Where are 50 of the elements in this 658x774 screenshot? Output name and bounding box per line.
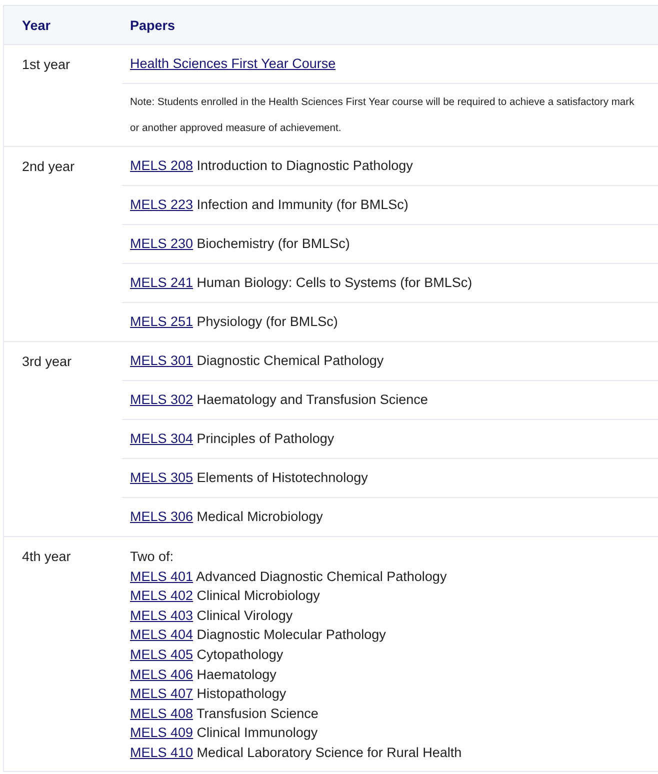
paper-title: Clinical Microbiology bbox=[196, 588, 320, 604]
paper-title: Infection and Immunity (for BMLSc) bbox=[196, 197, 408, 212]
paper-title: Physiology (for BMLSc) bbox=[196, 314, 338, 329]
paper-code-link[interactable]: MELS 408 bbox=[130, 706, 194, 721]
paper-title: Diagnostic Molecular Pathology bbox=[196, 627, 386, 642]
paper-code-link[interactable]: MELS 407 bbox=[130, 686, 194, 702]
paper-code-link[interactable]: MELS 230 bbox=[130, 236, 194, 251]
column-header: Papers bbox=[130, 18, 176, 32]
year-label: 4th year bbox=[22, 549, 71, 564]
paper-title: Haematology bbox=[196, 666, 276, 682]
paper-title: Transfusion Science bbox=[196, 706, 318, 721]
paper-title: Cytopathology bbox=[196, 646, 284, 662]
paper-title: Clinical Virology bbox=[196, 608, 293, 623]
paper-code-link[interactable]: MELS 405 bbox=[130, 646, 194, 662]
paper-code-link[interactable]: MELS 304 bbox=[130, 431, 194, 446]
paper-code-link[interactable]: MELS 241 bbox=[130, 275, 194, 290]
year-label: 2nd year bbox=[22, 159, 75, 174]
paper-title: Histopathology bbox=[196, 686, 286, 702]
paper-title: Elements of Histotechnology bbox=[196, 470, 368, 485]
paper-title: Biochemistry (for BMLSc) bbox=[196, 236, 350, 251]
paper-code-link[interactable]: MELS 402 bbox=[130, 588, 194, 604]
paper-title: Medical Laboratory Science for Rural Health bbox=[196, 744, 462, 760]
paper-title: Medical Microbiology bbox=[196, 509, 323, 524]
paper-code-link[interactable]: MELS 404 bbox=[130, 627, 194, 642]
paper-title: Clinical Immunology bbox=[196, 725, 318, 740]
paper-code-link[interactable]: MELS 208 bbox=[130, 158, 194, 173]
paper-code-link[interactable]: MELS 223 bbox=[130, 197, 194, 212]
paper-code-link[interactable]: MELS 302 bbox=[130, 392, 194, 407]
paper-code-link[interactable]: MELS 409 bbox=[130, 725, 194, 740]
paper-code-link[interactable]: MELS 406 bbox=[130, 666, 194, 682]
note-text: or another approved measure of achievement. bbox=[130, 122, 342, 136]
paper-title: Advanced Diagnostic Chemical Pathology bbox=[195, 568, 447, 584]
paper-code-link[interactable]: MELS 410 bbox=[130, 744, 194, 760]
paper-code-link[interactable]: MELS 403 bbox=[130, 608, 194, 623]
year-label: 1st year bbox=[22, 57, 70, 72]
paper-title: Introduction to Diagnostic Pathology bbox=[196, 158, 413, 173]
paper-title: Principles of Pathology bbox=[196, 431, 334, 446]
paper-code-link[interactable]: MELS 301 bbox=[130, 353, 194, 368]
course-link[interactable]: Health Sciences First Year Course bbox=[130, 56, 336, 71]
year-label: 3rd year bbox=[22, 354, 72, 369]
paper-title: Haematology and Transfusion Science bbox=[196, 392, 428, 407]
choice-intro: Two of: bbox=[130, 548, 175, 566]
paper-code-link[interactable]: MELS 401 bbox=[130, 568, 194, 584]
note-text: Note: Students enrolled in the Health Sciences First Year course will be required to achieve a satisfactory mark bbox=[130, 96, 636, 110]
column-header: Year bbox=[21, 18, 52, 32]
paper-code-link[interactable]: MELS 305 bbox=[130, 470, 194, 485]
paper-code-link[interactable]: MELS 306 bbox=[130, 509, 194, 524]
paper-code-link[interactable]: MELS 251 bbox=[130, 314, 194, 329]
paper-title: Human Biology: Cells to Systems (for BMLSc) bbox=[196, 275, 472, 290]
paper-title: Diagnostic Chemical Pathology bbox=[196, 353, 384, 368]
